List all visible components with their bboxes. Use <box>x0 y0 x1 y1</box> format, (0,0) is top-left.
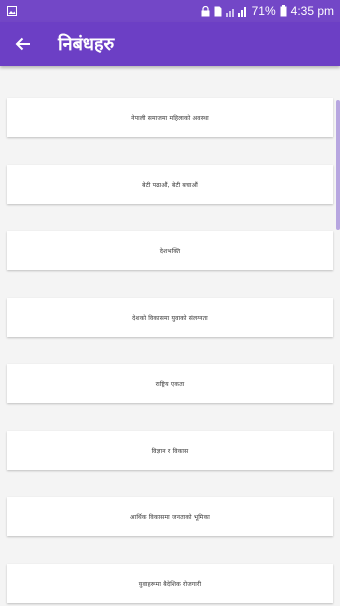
back-button[interactable] <box>1 22 45 66</box>
essay-item-label: देशभक्ति <box>159 247 181 255</box>
arrow-left-icon <box>15 36 31 52</box>
status-icons: 71% 4:35 pm <box>201 4 334 18</box>
essay-item-national-unity[interactable]: राष्ट्रिय एकता <box>7 364 333 403</box>
essay-item-label: बेटी पढाऔं, बेटी बचाऔं <box>142 181 198 189</box>
essay-item-label: राष्ट्रिय एकता <box>155 380 185 388</box>
signal-icon <box>225 6 248 17</box>
essay-item-foreign-employment[interactable]: युवाहरूमा बैदेशिक रोजगारी <box>7 564 333 603</box>
status-bar: 71% 4:35 pm <box>0 0 340 22</box>
battery-icon <box>280 5 287 17</box>
essay-item-women-status[interactable]: नेपाली समाजमा महिलाको अवस्था <box>7 98 333 137</box>
essay-item-label: विज्ञान र विकास <box>151 447 189 455</box>
essay-item-youth-development[interactable]: देशको विकासमा युवाको संलग्नता <box>7 298 333 337</box>
app-bar: निबंधहरु <box>0 22 340 66</box>
essay-item-label: देशको विकासमा युवाको संलग्नता <box>132 314 208 322</box>
battery-percent: 71% <box>251 4 276 18</box>
essay-item-label: नेपाली समाजमा महिलाको अवस्था <box>131 114 209 122</box>
essay-item-label: युवाहरूमा बैदेशिक रोजगारी <box>138 580 202 588</box>
essay-item-science-development[interactable]: विज्ञान र विकास <box>7 431 333 470</box>
essay-item-label: आर्थिक विकासमा जनताको भूमिका <box>130 513 210 521</box>
essay-item-beti-padhau[interactable]: बेटी पढाऔं, बेटी बचाऔं <box>7 165 333 204</box>
scrollbar[interactable] <box>336 100 340 230</box>
lock-icon <box>201 5 210 17</box>
sim-icon <box>214 6 222 17</box>
gallery-notification-icon <box>7 6 17 16</box>
clock: 4:35 pm <box>290 4 334 18</box>
essay-item-economic-development[interactable]: आर्थिक विकासमा जनताको भूमिका <box>7 497 333 536</box>
essay-item-patriotism[interactable]: देशभक्ति <box>7 231 333 270</box>
page-title: निबंधहरु <box>58 34 115 55</box>
